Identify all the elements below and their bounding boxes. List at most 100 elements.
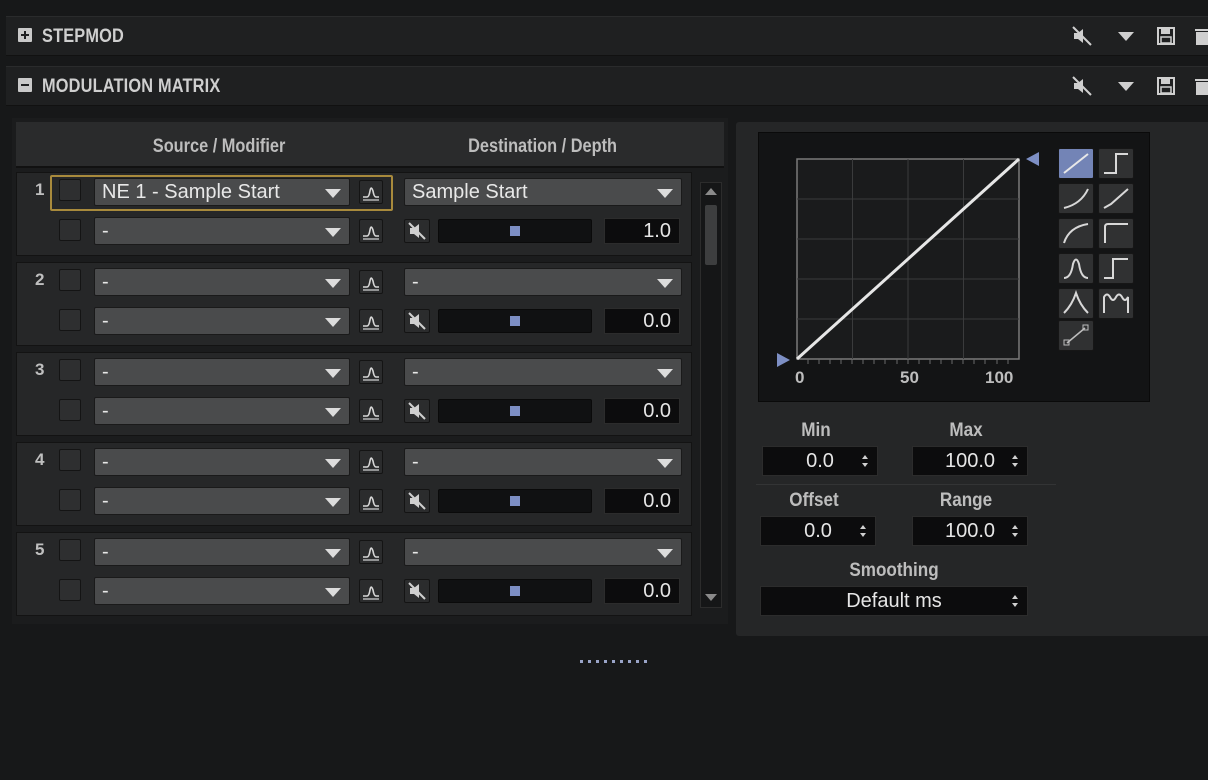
exponential-shape-button[interactable] (1058, 183, 1094, 214)
expand-icon[interactable] (18, 28, 32, 42)
depth-mute-icon[interactable] (404, 489, 430, 513)
depth-value[interactable]: 0.0 (604, 398, 680, 424)
up-down-arrows-icon[interactable] (1011, 524, 1019, 538)
destination-dropdown[interactable]: - (404, 538, 682, 566)
matrix-scrollbar[interactable] (700, 182, 722, 608)
step-rise-shape-button[interactable] (1098, 253, 1134, 284)
offset-spinbox[interactable]: 0.0 (760, 516, 876, 546)
custom-line-shape-button[interactable] (1058, 320, 1094, 351)
destination-column-header: Destination / Depth (468, 136, 618, 157)
depth-mute-icon[interactable] (404, 399, 430, 423)
chevron-down-icon[interactable] (1116, 76, 1136, 96)
source-polarity-icon[interactable] (359, 540, 383, 564)
modifier-enable-checkbox[interactable] (59, 219, 81, 241)
chevron-down-icon[interactable] (1116, 26, 1136, 46)
collapse-icon[interactable] (18, 78, 32, 92)
triangle-shape-button[interactable] (1058, 288, 1094, 319)
trash-icon[interactable] (1192, 76, 1208, 96)
trash-icon[interactable] (1192, 26, 1208, 46)
modifier-dropdown[interactable]: - (94, 307, 350, 335)
depth-value[interactable]: 0.0 (604, 308, 680, 334)
range-spinbox[interactable]: 100.0 (912, 516, 1028, 546)
destination-dropdown[interactable]: Sample Start (404, 178, 682, 206)
dropdown-arrow-icon (325, 318, 341, 327)
divider (756, 484, 1056, 485)
slot-enable-checkbox[interactable] (59, 539, 81, 561)
section-title-modulation-matrix: MODULATION MATRIX (42, 76, 221, 97)
axis-tick-0: 0 (795, 368, 805, 387)
source-polarity-icon[interactable] (359, 270, 383, 294)
depth-mute-icon[interactable] (404, 579, 430, 603)
end-point-handle[interactable] (1026, 152, 1039, 166)
source-polarity-icon[interactable] (359, 450, 383, 474)
depth-slider-knob[interactable] (510, 316, 520, 326)
source-polarity-icon[interactable] (359, 360, 383, 384)
mute-icon[interactable] (1072, 76, 1092, 96)
linear-shape-button[interactable] (1058, 148, 1094, 179)
depth-slider-knob[interactable] (510, 586, 520, 596)
start-point-handle[interactable] (777, 353, 790, 367)
smoothing-spinbox[interactable]: Default ms (760, 586, 1028, 616)
source-dropdown[interactable]: - (94, 538, 350, 566)
slot-enable-checkbox[interactable] (59, 449, 81, 471)
scroll-up-icon[interactable] (704, 186, 718, 196)
depth-mute-icon[interactable] (404, 219, 430, 243)
modifier-polarity-icon[interactable] (359, 309, 383, 333)
custom-line-icon (1063, 324, 1089, 346)
up-down-arrows-icon[interactable] (859, 524, 867, 538)
depth-value[interactable]: 1.0 (604, 218, 680, 244)
destination-dropdown[interactable]: - (404, 448, 682, 476)
axis-tick-100: 100 (985, 368, 1014, 387)
depth-slider[interactable] (438, 489, 592, 513)
destination-value: - (412, 271, 419, 293)
multi-hump-shape-button[interactable] (1098, 288, 1134, 319)
resize-handle[interactable] (580, 651, 650, 663)
logarithmic-shape-button[interactable] (1058, 218, 1094, 249)
modifier-enable-checkbox[interactable] (59, 579, 81, 601)
min-spinbox[interactable]: 0.0 (762, 446, 878, 476)
source-dropdown[interactable]: - (94, 358, 350, 386)
up-down-arrows-icon[interactable] (1011, 454, 1019, 468)
slot-enable-checkbox[interactable] (59, 359, 81, 381)
depth-slider[interactable] (438, 399, 592, 423)
modifier-polarity-icon[interactable] (359, 399, 383, 423)
modifier-enable-checkbox[interactable] (59, 489, 81, 511)
slot-enable-checkbox[interactable] (59, 269, 81, 291)
offset-label: Offset (789, 490, 839, 511)
up-down-arrows-icon[interactable] (1011, 594, 1019, 608)
depth-slider-knob[interactable] (510, 496, 520, 506)
source-dropdown[interactable]: - (94, 448, 350, 476)
max-spinbox[interactable]: 100.0 (912, 446, 1028, 476)
depth-slider[interactable] (438, 309, 592, 333)
depth-value[interactable]: 0.0 (604, 488, 680, 514)
bell-shape-button[interactable] (1058, 253, 1094, 284)
modifier-polarity-icon[interactable] (359, 489, 383, 513)
depth-slider[interactable] (438, 579, 592, 603)
square-step-shape-button[interactable] (1098, 218, 1134, 249)
depth-slider[interactable] (438, 219, 592, 243)
step-shape-button[interactable] (1098, 148, 1134, 179)
modifier-enable-checkbox[interactable] (59, 309, 81, 331)
modifier-value: - (102, 310, 109, 332)
modifier-polarity-icon[interactable] (359, 579, 383, 603)
depth-slider-knob[interactable] (510, 406, 520, 416)
modifier-dropdown[interactable]: - (94, 577, 350, 605)
save-icon[interactable] (1156, 26, 1176, 46)
destination-dropdown[interactable]: - (404, 358, 682, 386)
destination-dropdown[interactable]: - (404, 268, 682, 296)
modifier-polarity-icon[interactable] (359, 219, 383, 243)
up-down-arrows-icon[interactable] (861, 454, 869, 468)
late-linear-shape-button[interactable] (1098, 183, 1134, 214)
scroll-down-icon[interactable] (704, 593, 718, 603)
modifier-dropdown[interactable]: - (94, 217, 350, 245)
source-dropdown[interactable]: - (94, 268, 350, 296)
depth-slider-knob[interactable] (510, 226, 520, 236)
depth-mute-icon[interactable] (404, 309, 430, 333)
scrollbar-thumb[interactable] (705, 205, 717, 265)
mute-icon[interactable] (1072, 26, 1092, 46)
depth-value[interactable]: 0.0 (604, 578, 680, 604)
modifier-enable-checkbox[interactable] (59, 399, 81, 421)
modifier-dropdown[interactable]: - (94, 397, 350, 425)
save-icon[interactable] (1156, 76, 1176, 96)
modifier-dropdown[interactable]: - (94, 487, 350, 515)
